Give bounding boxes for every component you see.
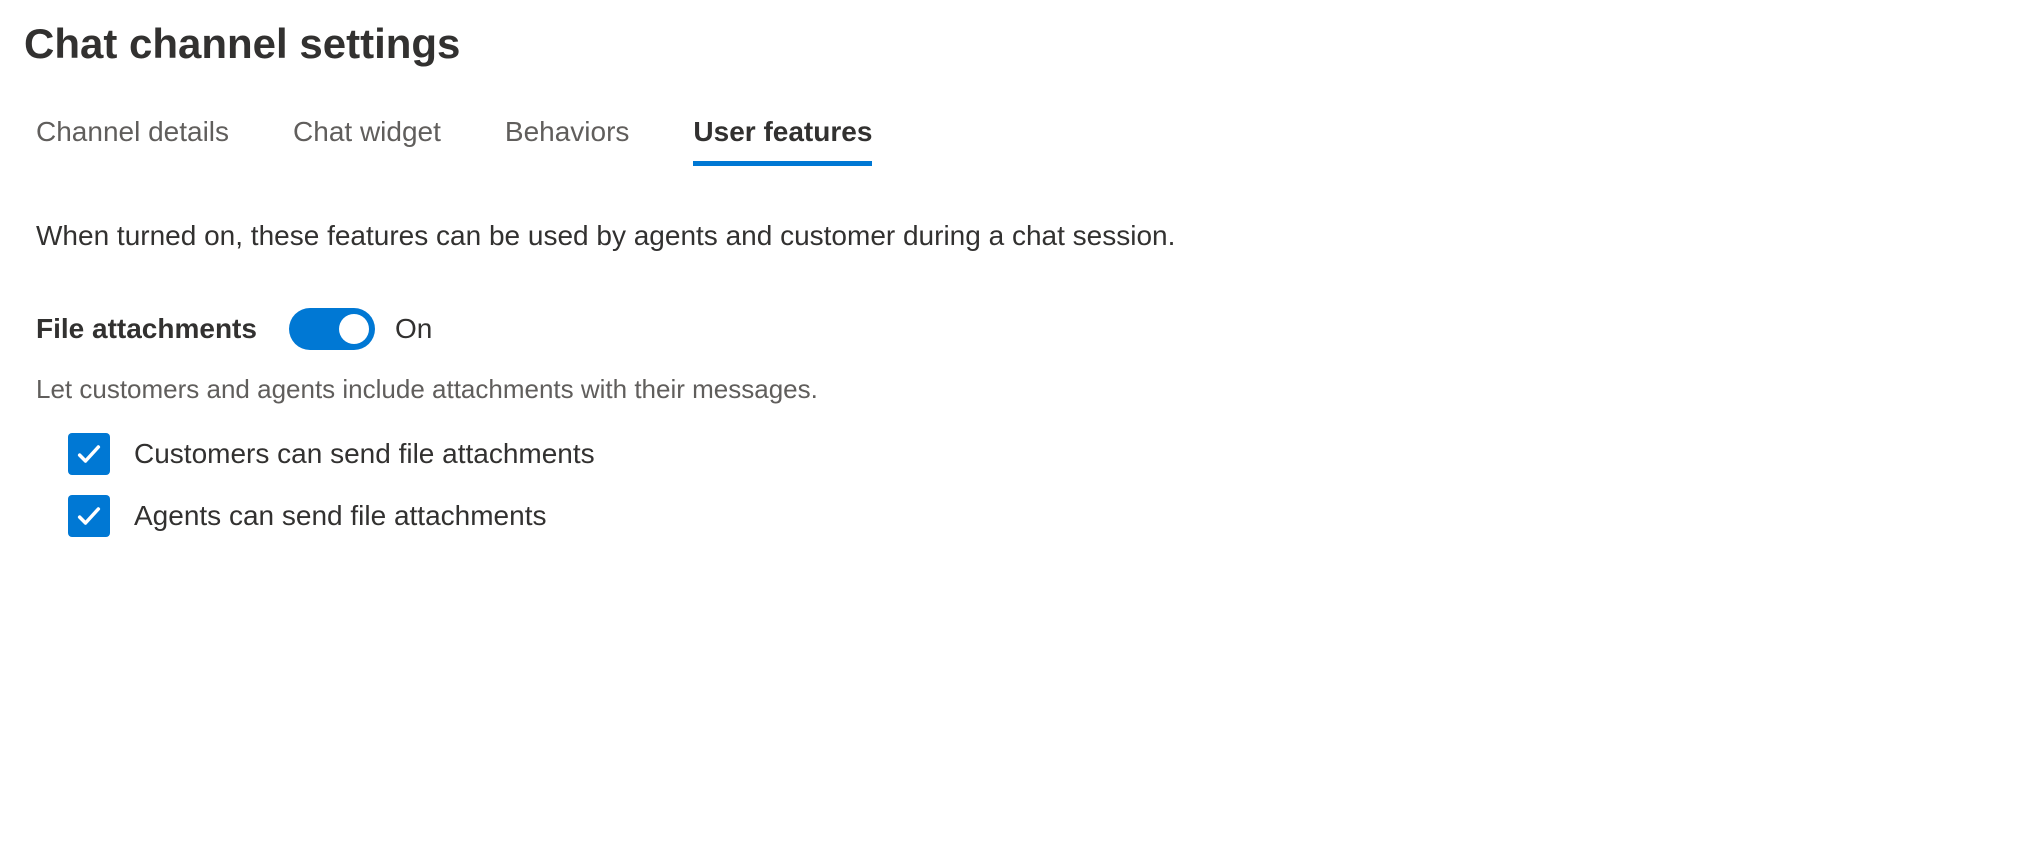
file-attachments-header-row: File attachments On: [36, 308, 2005, 350]
tab-chat-widget[interactable]: Chat widget: [293, 116, 441, 164]
file-attachments-options: Customers can send file attachments Agen…: [36, 433, 2005, 537]
toggle-knob-icon: [339, 314, 369, 344]
tab-user-features[interactable]: User features: [693, 116, 872, 164]
tab-channel-details[interactable]: Channel details: [36, 116, 229, 164]
checkbox-label-agents: Agents can send file attachments: [134, 500, 546, 532]
file-attachments-help: Let customers and agents include attachm…: [36, 374, 2005, 405]
file-attachments-toggle-wrap: On: [289, 308, 432, 350]
tab-description: When turned on, these features can be us…: [24, 220, 2005, 252]
checkbox-label-customers: Customers can send file attachments: [134, 438, 595, 470]
tabs: Channel details Chat widget Behaviors Us…: [24, 116, 2005, 164]
file-attachments-section: File attachments On Let customers and ag…: [24, 308, 2005, 537]
checkbox-row-agents: Agents can send file attachments: [68, 495, 2005, 537]
tab-behaviors[interactable]: Behaviors: [505, 116, 630, 164]
check-icon: [75, 440, 103, 468]
check-icon: [75, 502, 103, 530]
file-attachments-label: File attachments: [36, 313, 257, 345]
checkbox-customers-send[interactable]: [68, 433, 110, 475]
checkbox-row-customers: Customers can send file attachments: [68, 433, 2005, 475]
checkbox-agents-send[interactable]: [68, 495, 110, 537]
file-attachments-toggle[interactable]: [289, 308, 375, 350]
file-attachments-toggle-state: On: [395, 313, 432, 345]
page-title: Chat channel settings: [24, 20, 2005, 68]
